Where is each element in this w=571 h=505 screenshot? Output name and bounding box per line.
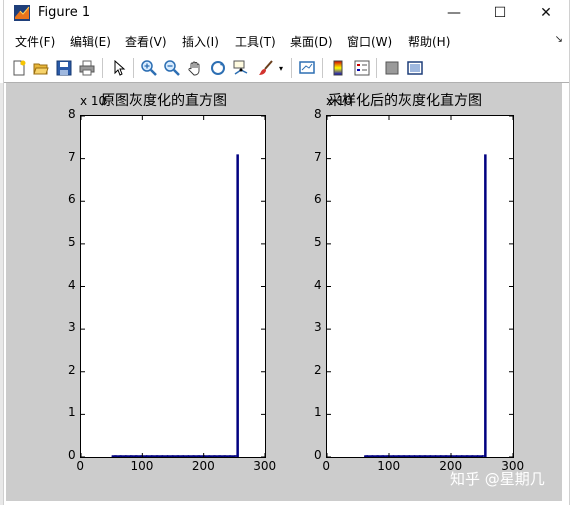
x-tick-label: 100 <box>377 459 401 473</box>
zoom-out-icon[interactable] <box>162 58 182 78</box>
axes-1-exponent-label: x 10 <box>80 94 107 108</box>
print-icon[interactable] <box>77 58 97 78</box>
menu-bar: 文件(F) 编辑(E) 查看(V) 插入(I) 工具(T) 桌面(D) 窗口(W… <box>4 30 569 52</box>
histogram-peak-bar <box>484 154 487 457</box>
axes-1[interactable] <box>80 115 266 458</box>
rotate-3d-icon[interactable] <box>208 58 228 78</box>
y-tick-label: 0 <box>68 448 76 462</box>
y-tick-label: 7 <box>314 149 322 164</box>
toolbar-separator <box>322 58 323 78</box>
close-button[interactable]: ✕ <box>523 0 569 26</box>
dock-arrow-icon[interactable]: ↘ <box>555 34 563 45</box>
y-tick-label: 5 <box>314 234 322 249</box>
maximize-button[interactable]: ☐ <box>477 0 523 26</box>
y-tick-label: 4 <box>314 277 322 292</box>
y-tick-label: 2 <box>314 362 322 377</box>
save-icon[interactable] <box>54 58 74 78</box>
link-plot-icon[interactable] <box>297 58 317 78</box>
maximize-icon: ☐ <box>493 5 507 21</box>
minimize-icon: — <box>447 5 461 21</box>
y-tick-label: 3 <box>314 320 322 335</box>
toolbar-separator <box>102 58 103 78</box>
matlab-logo-icon <box>14 5 30 21</box>
menu-view[interactable]: 查看(V) <box>125 33 167 50</box>
axes-1-title: 原图灰度化的直方图 <box>101 93 227 109</box>
histogram-1-plot <box>81 116 265 457</box>
histogram-2-plot <box>327 116 513 457</box>
pan-hand-icon[interactable] <box>185 58 205 78</box>
menu-file[interactable]: 文件(F) <box>15 33 55 50</box>
y-tick-label: 1 <box>68 405 76 420</box>
data-cursor-icon[interactable] <box>231 58 251 78</box>
new-figure-icon[interactable] <box>9 58 29 78</box>
y-tick-label: 1 <box>314 405 322 420</box>
histogram-peak-bar <box>236 154 239 457</box>
toolbar-separator <box>291 58 292 78</box>
y-tick-label: 5 <box>68 234 76 249</box>
pointer-icon[interactable] <box>109 58 129 78</box>
menu-window[interactable]: 窗口(W) <box>347 33 392 50</box>
close-icon: ✕ <box>540 5 552 21</box>
menu-tools[interactable]: 工具(T) <box>235 33 276 50</box>
toolbar-separator <box>376 58 377 78</box>
axes-2-exponent-label: x 10 <box>326 94 353 108</box>
y-tick-label: 8 <box>314 107 322 121</box>
menu-desktop[interactable]: 桌面(D) <box>290 33 333 50</box>
brush-dropdown-icon[interactable]: ▾ <box>276 58 286 78</box>
y-tick-label: 6 <box>68 192 76 207</box>
x-tick-label: 100 <box>130 459 154 473</box>
x-tick-label: 0 <box>76 459 85 473</box>
open-file-icon[interactable] <box>31 58 51 78</box>
brush-icon[interactable] <box>256 58 276 78</box>
watermark-text: 知乎 @星期几 <box>450 470 545 488</box>
hide-plot-tools-icon[interactable] <box>382 58 402 78</box>
y-tick-label: 4 <box>68 277 76 292</box>
y-tick-label: 2 <box>68 362 76 377</box>
toolbar-separator <box>133 58 134 78</box>
figure-toolbar: ▾ <box>4 54 569 83</box>
colorbar-icon[interactable] <box>328 58 348 78</box>
legend-icon[interactable] <box>352 58 372 78</box>
zoom-in-icon[interactable] <box>139 58 159 78</box>
window-title: Figure 1 <box>38 5 91 20</box>
x-tick-label: 200 <box>191 459 215 473</box>
y-tick-label: 6 <box>314 192 322 207</box>
title-bar[interactable]: Figure 1 — ☐ ✕ <box>4 0 569 26</box>
y-tick-label: 7 <box>68 149 76 164</box>
axes-2[interactable] <box>326 115 514 458</box>
minimize-button[interactable]: — <box>431 0 477 26</box>
y-tick-label: 0 <box>314 448 322 462</box>
menu-insert[interactable]: 插入(I) <box>182 33 219 50</box>
menu-edit[interactable]: 编辑(E) <box>70 33 111 50</box>
x-tick-label: 300 <box>253 459 277 473</box>
x-tick-label: 0 <box>322 459 331 473</box>
y-tick-label: 8 <box>68 107 76 121</box>
figure-canvas: 原图灰度化的直方图 x 10 采样化后的灰度化直方图 x 10 01234567… <box>6 83 562 501</box>
show-plot-tools-icon[interactable] <box>405 58 425 78</box>
y-tick-label: 3 <box>68 320 76 335</box>
menu-help[interactable]: 帮助(H) <box>408 33 450 50</box>
